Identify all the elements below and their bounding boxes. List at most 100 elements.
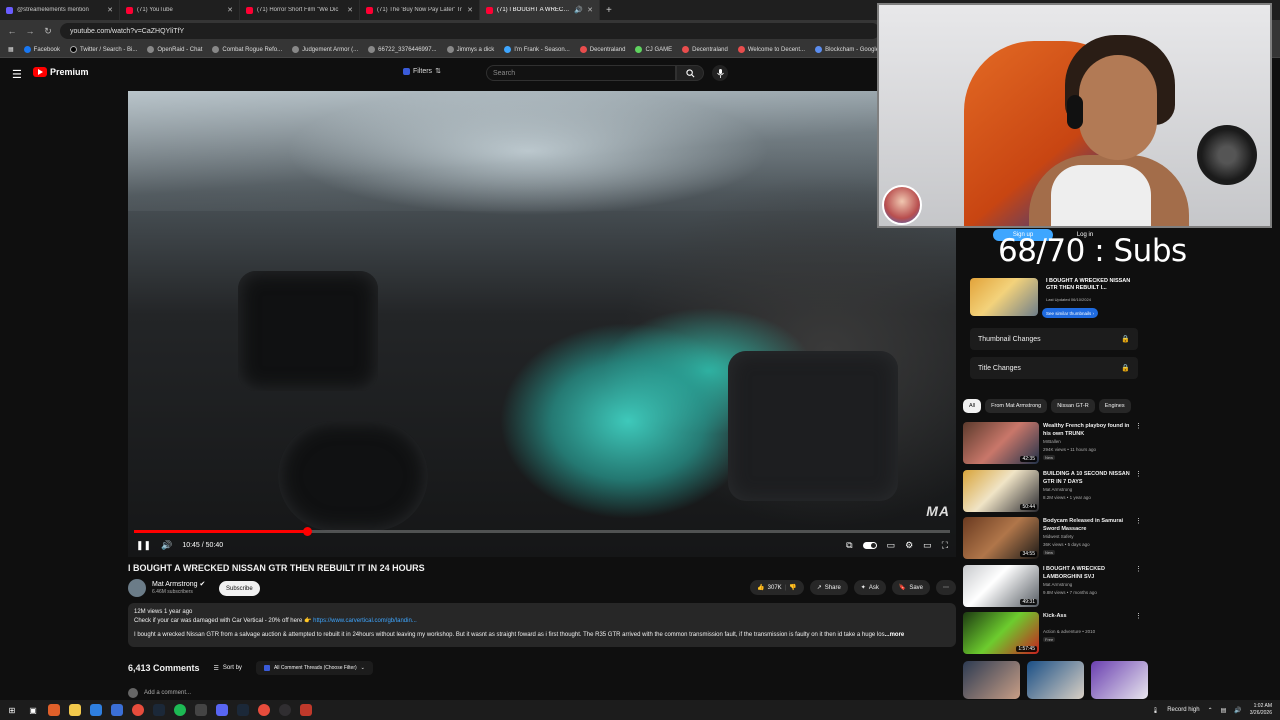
- obs-icon[interactable]: [279, 704, 291, 716]
- app-icon[interactable]: [48, 704, 60, 716]
- close-icon[interactable]: ✕: [587, 6, 593, 14]
- more-actions-button[interactable]: ⋯: [936, 580, 956, 595]
- back-icon[interactable]: ←: [6, 26, 18, 36]
- speaker-icon[interactable]: 🔊: [574, 6, 583, 14]
- ask-button[interactable]: ✦ Ask: [853, 580, 886, 595]
- rec-channel[interactable]: MrBallen: [1043, 439, 1061, 444]
- bookmark[interactable]: Blockcham - Google...: [815, 46, 884, 53]
- video-thumbnail[interactable]: 1:57:45: [963, 612, 1039, 654]
- chip-engines[interactable]: Engines: [1098, 399, 1131, 413]
- save-button[interactable]: 🔖 Save: [891, 580, 930, 595]
- chrome-icon[interactable]: [258, 704, 270, 716]
- bookmark[interactable]: I'm Frank - Season...: [504, 46, 570, 53]
- comment-filter-select[interactable]: All Comment Threads (Choose Filter) ⌄: [255, 661, 373, 675]
- share-button[interactable]: ↗ Share: [809, 580, 848, 595]
- sort-by-button[interactable]: ☰ Sort by: [214, 665, 242, 672]
- channel-avatar[interactable]: [128, 579, 146, 597]
- chip-from-channel[interactable]: From Mat Armstrong: [985, 399, 1048, 413]
- chip-all[interactable]: All: [963, 399, 982, 413]
- rec-channel[interactable]: Mat Armstrong: [1043, 487, 1072, 492]
- bookmark[interactable]: Decentraland: [579, 46, 625, 53]
- chevron-up-icon[interactable]: ⌃: [1208, 707, 1213, 714]
- close-icon[interactable]: ✕: [227, 6, 233, 14]
- volume-icon[interactable]: 🔊: [161, 540, 172, 551]
- autoplay-toggle[interactable]: [862, 541, 877, 549]
- url-field[interactable]: youtube.com/watch?v=CaZHQYliTfY: [60, 23, 880, 39]
- browser-tab[interactable]: (71) The 'Buy Now Pay Later' Tr ✕: [360, 0, 480, 20]
- browser-tab-active[interactable]: (71) I BOUGHT A WRECKED 🔊 ✕: [480, 0, 600, 20]
- weather-label[interactable]: Record high: [1167, 707, 1199, 713]
- rec-channel[interactable]: Mat Armstrong: [1043, 582, 1072, 587]
- rec-channel[interactable]: Midwest Safety: [1043, 534, 1074, 539]
- recommended-video[interactable]: 42:35 Wealthy French playboy found in hi…: [963, 422, 1148, 466]
- more-vert-icon[interactable]: ⋮: [1135, 612, 1142, 620]
- windows-start-icon[interactable]: ⊞: [6, 704, 18, 716]
- close-icon[interactable]: ✕: [107, 6, 113, 14]
- thumbnail-changes-row[interactable]: Thumbnail Changes 🔒: [970, 328, 1138, 350]
- bookmark[interactable]: Twitter / Search - Bi...: [70, 46, 137, 53]
- network-icon[interactable]: ▤: [1221, 707, 1227, 714]
- chip-nissan-gtr[interactable]: Nissan GT-R: [1051, 399, 1095, 413]
- bookmark[interactable]: Combat Rogue Refo...: [212, 46, 282, 53]
- recommended-video[interactable]: 34:55 Bodycam Released in Samurai Sword …: [963, 517, 1148, 561]
- description-box[interactable]: 12M views 1 year ago Check if your car w…: [128, 603, 956, 647]
- video-thumbnail[interactable]: 50:44: [963, 470, 1039, 512]
- add-comment-row[interactable]: Add a comment...: [128, 688, 191, 698]
- chrome-icon[interactable]: [132, 704, 144, 716]
- more-vert-icon[interactable]: ⋮: [1135, 517, 1142, 525]
- more-vert-icon[interactable]: ⋮: [1135, 422, 1142, 430]
- clock[interactable]: 1:02 AM 3/26/2026: [1250, 703, 1272, 717]
- edge-icon[interactable]: [90, 704, 102, 716]
- video-player[interactable]: MA ❚❚ 🔊 10:45 / 50:40 ⧉ ▭ ⚙ ▭ ⛶: [128, 91, 956, 557]
- like-button[interactable]: 👍 307K | 👎: [750, 580, 804, 595]
- bookmark[interactable]: Judgement Armor (...: [292, 46, 358, 53]
- bookmark[interactable]: Decentraland: [682, 46, 728, 53]
- close-icon[interactable]: ✕: [467, 6, 473, 14]
- add-comment-input[interactable]: Add a comment...: [144, 690, 191, 696]
- title-changes-row[interactable]: Title Changes 🔒: [970, 357, 1138, 379]
- close-icon[interactable]: ✕: [347, 6, 353, 14]
- bookmark[interactable]: Facebook: [23, 46, 60, 53]
- task-view-icon[interactable]: ▣: [27, 704, 39, 716]
- youtube-premium-logo[interactable]: Premium: [33, 67, 89, 77]
- app-icon[interactable]: [195, 704, 207, 716]
- app-icon[interactable]: [300, 704, 312, 716]
- bookmark[interactable]: Welcome to Decent...: [737, 46, 805, 53]
- app-icon[interactable]: [111, 704, 123, 716]
- file-explorer-icon[interactable]: [69, 704, 81, 716]
- subtitles-icon[interactable]: ▭: [887, 540, 896, 551]
- pause-icon[interactable]: ❚❚: [136, 540, 151, 551]
- steam-icon[interactable]: [237, 704, 249, 716]
- recommended-video[interactable]: 49:31 I BOUGHT A WRECKED LAMBORGHINI SVJ…: [963, 565, 1148, 609]
- filters-button[interactable]: Filters ⇅: [403, 67, 441, 75]
- more-vert-icon[interactable]: ⋮: [1135, 470, 1142, 478]
- description-link[interactable]: https://www.carvertical.com/gb/landin...: [313, 618, 417, 624]
- short-thumbnail[interactable]: [1091, 661, 1148, 699]
- recommended-video[interactable]: 50:44 BUILDING A 10 SECOND NISSAN GTR IN…: [963, 470, 1148, 514]
- forward-icon[interactable]: →: [24, 26, 36, 36]
- steam-icon[interactable]: [153, 704, 165, 716]
- short-thumbnail[interactable]: [1027, 661, 1084, 699]
- discord-icon[interactable]: [216, 704, 228, 716]
- video-thumbnail[interactable]: 34:55: [963, 517, 1039, 559]
- settings-icon[interactable]: ⚙: [905, 540, 913, 551]
- fullscreen-icon[interactable]: ⛶: [942, 540, 948, 551]
- browser-tab[interactable]: (71) YouTube ✕: [120, 0, 240, 20]
- short-thumbnail[interactable]: [963, 661, 1020, 699]
- subscribe-button[interactable]: Subscribe: [219, 581, 260, 596]
- theater-mode-icon[interactable]: ▭: [923, 540, 932, 551]
- progress-bar[interactable]: [134, 527, 950, 536]
- voice-search-button[interactable]: [712, 65, 728, 81]
- miniplayer-icon[interactable]: ⧉: [846, 540, 852, 551]
- bookmark[interactable]: CJ GAME: [635, 46, 672, 53]
- bookmark[interactable]: 66722_3376446997...: [368, 46, 437, 53]
- spotify-icon[interactable]: [174, 704, 186, 716]
- bookmark[interactable]: Jimmys a dick: [446, 46, 494, 53]
- search-button[interactable]: [676, 65, 704, 81]
- video-thumbnail[interactable]: 49:31: [963, 565, 1039, 607]
- speaker-icon[interactable]: 🔊: [1234, 707, 1241, 714]
- new-tab-icon[interactable]: +: [600, 5, 618, 16]
- channel-name[interactable]: Mat Armstrong ✔: [152, 580, 205, 588]
- hamburger-menu-icon[interactable]: ☰: [12, 68, 22, 81]
- reload-icon[interactable]: ↻: [42, 26, 54, 37]
